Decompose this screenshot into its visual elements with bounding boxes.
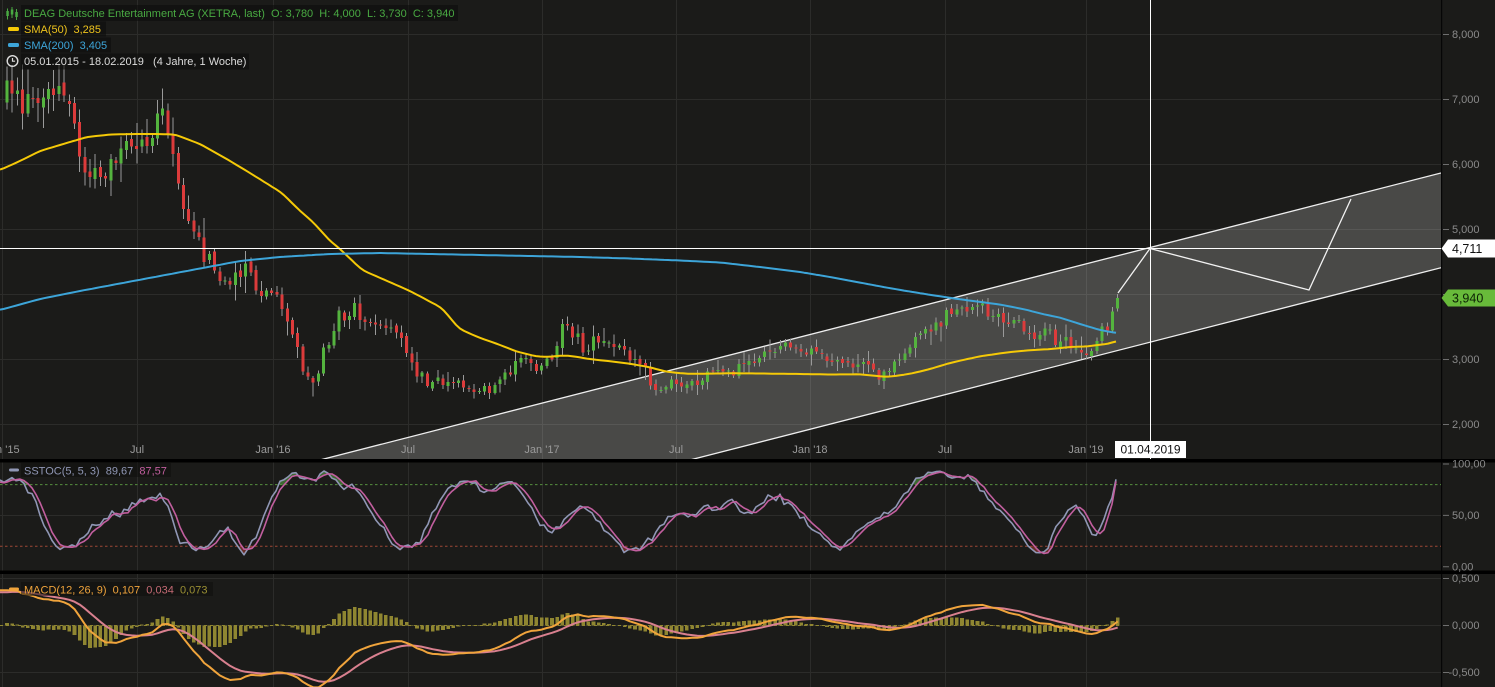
svg-text:100,00: 100,00 xyxy=(1452,459,1486,471)
svg-text:5,000: 5,000 xyxy=(1452,224,1480,236)
svg-text:0,00: 0,00 xyxy=(1452,561,1473,573)
svg-text:0,500: 0,500 xyxy=(1452,573,1480,585)
svg-text:-0,500: -0,500 xyxy=(1449,667,1480,679)
svg-text:4,711: 4,711 xyxy=(1452,242,1482,256)
svg-text:SSTOC(5, 5, 3) 89,67 87,57: SSTOC(5, 5, 3) 89,67 87,57 xyxy=(24,466,167,478)
svg-text:Jan '15: Jan '15 xyxy=(0,444,20,456)
svg-text:05.01.2015 - 18.02.2019 (4 J: 05.01.2015 - 18.02.2019 (4 Jahre, 1 Woch… xyxy=(24,56,246,68)
svg-text:Jul: Jul xyxy=(938,444,952,456)
svg-text:3,000: 3,000 xyxy=(1452,354,1480,366)
svg-text:Jan '19: Jan '19 xyxy=(1068,444,1103,456)
svg-text:0,000: 0,000 xyxy=(1452,620,1480,632)
svg-text:Jan '17: Jan '17 xyxy=(524,444,559,456)
svg-text:7,000: 7,000 xyxy=(1452,94,1480,106)
svg-text:3,940: 3,940 xyxy=(1452,292,1483,306)
svg-text:Jan '18: Jan '18 xyxy=(792,444,827,456)
svg-text:DEAG Deutsche Entertainment AG: DEAG Deutsche Entertainment AG (XETRA, l… xyxy=(24,8,454,20)
svg-text:Jul: Jul xyxy=(130,444,144,456)
svg-text:8,000: 8,000 xyxy=(1452,29,1480,41)
svg-text:Jan '16: Jan '16 xyxy=(255,444,290,456)
svg-text:SMA(50) 3,285: SMA(50) 3,285 xyxy=(24,24,101,36)
svg-text:2,000: 2,000 xyxy=(1452,419,1480,431)
svg-text:6,000: 6,000 xyxy=(1452,159,1480,171)
svg-text:SMA(200) 3,405: SMA(200) 3,405 xyxy=(24,40,107,52)
svg-text:50,00: 50,00 xyxy=(1452,510,1480,522)
svg-text:Jul: Jul xyxy=(669,444,683,456)
svg-text:01.04.2019: 01.04.2019 xyxy=(1120,443,1180,457)
svg-text:Jul: Jul xyxy=(401,444,415,456)
svg-text:MACD(12, 26, 9) 0,107 0,034: MACD(12, 26, 9) 0,107 0,034 0,073 xyxy=(24,585,207,597)
